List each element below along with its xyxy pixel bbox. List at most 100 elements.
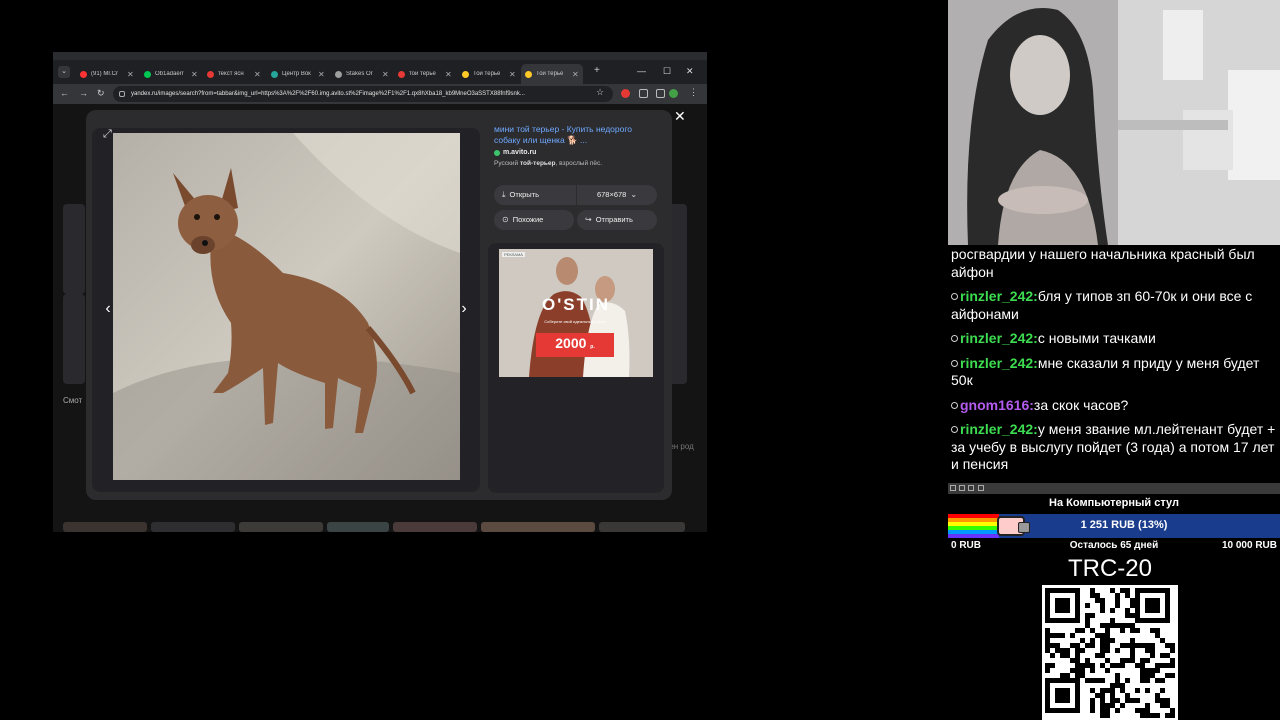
new-tab-button[interactable]: + — [594, 65, 600, 76]
stream-layout: ⌄ (91) Mr.Cr ✕ Ob1adaerr ✕ текст ясн ✕ Центр В… — [0, 0, 1280, 720]
chat-username[interactable]: gnom1616: — [960, 397, 1034, 413]
goal-title: На Компьютерный стул — [1049, 497, 1179, 509]
result-source-domain: m.avito.ru — [503, 149, 537, 156]
ad-brand: O'STIN — [542, 295, 610, 314]
size-label: 678×678 — [596, 190, 627, 199]
chat-badge-icon — [951, 335, 958, 342]
tab-favicon — [462, 70, 469, 78]
chat-tool-icon[interactable] — [950, 485, 956, 491]
extensions-puzzle-icon[interactable] — [639, 89, 648, 98]
chat-message: rinzler_242:мне сказали я приду у меня б… — [951, 355, 1277, 390]
chat-badge-icon — [951, 293, 958, 300]
tab-close-icon[interactable]: ✕ — [445, 70, 452, 79]
goal-amount: 1 251 RUB (13%) — [1080, 519, 1168, 531]
open-image-button[interactable]: ⤓ Открыть — [494, 185, 576, 205]
browser-tab[interactable]: Той терье ✕ — [521, 64, 583, 84]
tab-close-icon[interactable]: ✕ — [509, 70, 516, 79]
browser-tab[interactable]: текст ясн ✕ — [203, 64, 265, 84]
desc-suffix: , взрослый пёс. — [555, 160, 603, 167]
tab-favicon — [398, 70, 405, 78]
tab-favicon — [271, 70, 278, 78]
tab-favicon — [207, 70, 214, 78]
tab-close-icon[interactable]: ✕ — [382, 70, 389, 79]
desc-prefix: Русский — [494, 160, 520, 167]
thumbnail[interactable] — [599, 522, 685, 532]
avito-icon — [494, 149, 500, 156]
tab-close-icon[interactable]: ✕ — [254, 70, 261, 79]
browser-tab[interactable]: Той терье ✕ — [458, 64, 520, 84]
browser-toolbar: ← → ↻ yandex.ru/images/search?from=tabba… — [53, 84, 707, 104]
chat-message: rinzler_242:бля у типов зп 60-70к и они … — [951, 288, 1277, 323]
thumbnail[interactable] — [393, 522, 477, 532]
chat-toolbar — [948, 483, 1280, 494]
tab-close-icon[interactable]: ✕ — [572, 70, 579, 79]
tab-favicon — [335, 70, 342, 78]
browser-tab[interactable]: Stakes Or ✕ — [331, 64, 393, 84]
next-image-arrow[interactable]: › — [454, 298, 474, 320]
tab-title: (91) Mr.Cr — [91, 71, 118, 77]
thumbnail[interactable] — [151, 522, 235, 532]
page-section-label: Смот — [63, 396, 83, 405]
ad-price-value: 2000 — [555, 335, 587, 351]
browser-tab[interactable]: (91) Mr.Cr ✕ — [76, 64, 138, 84]
sidebar-icon[interactable] — [656, 89, 665, 98]
expand-icon[interactable]: ⤢ — [103, 128, 112, 141]
tab-close-icon[interactable]: ✕ — [318, 70, 325, 79]
stream-chat: росгвардии у нашего начальника красный б… — [948, 245, 1280, 483]
thumbnail[interactable] — [481, 522, 595, 532]
dog-photo[interactable] — [113, 133, 460, 480]
similar-button[interactable]: ⊙ Похожие — [494, 210, 574, 230]
tab-search-button[interactable]: ⌄ — [58, 66, 70, 78]
address-bar[interactable]: yandex.ru/images/search?from=tabbar&img_… — [113, 86, 613, 102]
chat-tool-icon[interactable] — [978, 485, 984, 491]
desc-bold: той-терьер — [519, 160, 556, 167]
chat-username[interactable]: rinzler_242: — [960, 288, 1038, 304]
thumbnail[interactable] — [63, 522, 147, 532]
bookmark-star-icon[interactable]: ☆ — [596, 87, 604, 98]
tab-strip: ⌄ (91) Mr.Cr ✕ Ob1adaerr ✕ текст ясн ✕ Центр В… — [53, 52, 707, 84]
similar-lens-icon: ⊙ — [502, 215, 509, 224]
image-size-dropdown[interactable]: 678×678 ⌄ — [577, 185, 657, 205]
chat-username[interactable]: rinzler_242: — [960, 330, 1038, 346]
result-description: Русский той-терьер, взрослый пёс. — [494, 160, 602, 167]
menu-kebab-icon[interactable]: ⋮ — [689, 87, 698, 98]
goal-max: 10 000 RUB — [1221, 540, 1277, 551]
browser-tab[interactable]: Ob1adaerr ✕ — [140, 64, 202, 84]
share-button[interactable]: ↪ Отправить — [577, 210, 657, 230]
maximize-button[interactable]: ☐ — [663, 66, 671, 77]
result-source[interactable]: m.avito.ru — [494, 149, 536, 156]
reload-button[interactable]: ↻ — [97, 88, 105, 99]
site-info-icon[interactable] — [119, 91, 125, 97]
chat-message: gnom1616:за скок часов? — [951, 397, 1277, 415]
result-title-link[interactable]: мини той терьер - Купить недорого собаку… — [494, 124, 656, 146]
chat-badge-icon — [951, 401, 958, 409]
close-window-button[interactable]: ✕ — [686, 66, 694, 77]
goal-footer: 0 RUB Осталось 65 дней 10 000 RUB — [948, 540, 1280, 552]
profile-avatar[interactable] — [669, 89, 678, 98]
forward-button[interactable]: → — [79, 88, 88, 98]
ostin-advertisement[interactable]: РЕКЛАМА O'STIN Соберите свой идеальный о… — [499, 249, 653, 377]
tab-favicon — [525, 70, 532, 78]
chat-message: росгвардии у нашего начальника красный б… — [951, 246, 1277, 281]
close-modal-button[interactable]: ✕ — [674, 108, 686, 125]
back-button[interactable]: ← — [60, 88, 69, 98]
minimize-button[interactable]: — — [637, 66, 646, 76]
chat-text: с новыми тачками — [1037, 330, 1156, 346]
chat-username[interactable]: rinzler_242: — [960, 421, 1038, 437]
chat-tool-icon[interactable] — [959, 485, 965, 491]
extension-icon[interactable] — [621, 89, 630, 98]
background-thumbnail — [63, 294, 85, 384]
thumbnail[interactable] — [327, 522, 389, 532]
thumbnail[interactable] — [239, 522, 323, 532]
prev-image-arrow[interactable]: ‹ — [98, 298, 118, 320]
chat-username[interactable]: rinzler_242: — [960, 355, 1038, 371]
chat-tool-icon[interactable] — [968, 485, 974, 491]
browser-tab[interactable]: Центр Вок ✕ — [267, 64, 329, 84]
tab-close-icon[interactable]: ✕ — [127, 70, 134, 79]
download-icon: ⤓ — [502, 190, 506, 199]
ad-price-unit: р. — [590, 344, 595, 350]
tab-close-icon[interactable]: ✕ — [191, 70, 198, 79]
browser-tab[interactable]: той терье ✕ — [394, 64, 456, 84]
share-arrow-icon: ↪ — [585, 215, 592, 224]
webcam-feed — [948, 0, 1280, 245]
